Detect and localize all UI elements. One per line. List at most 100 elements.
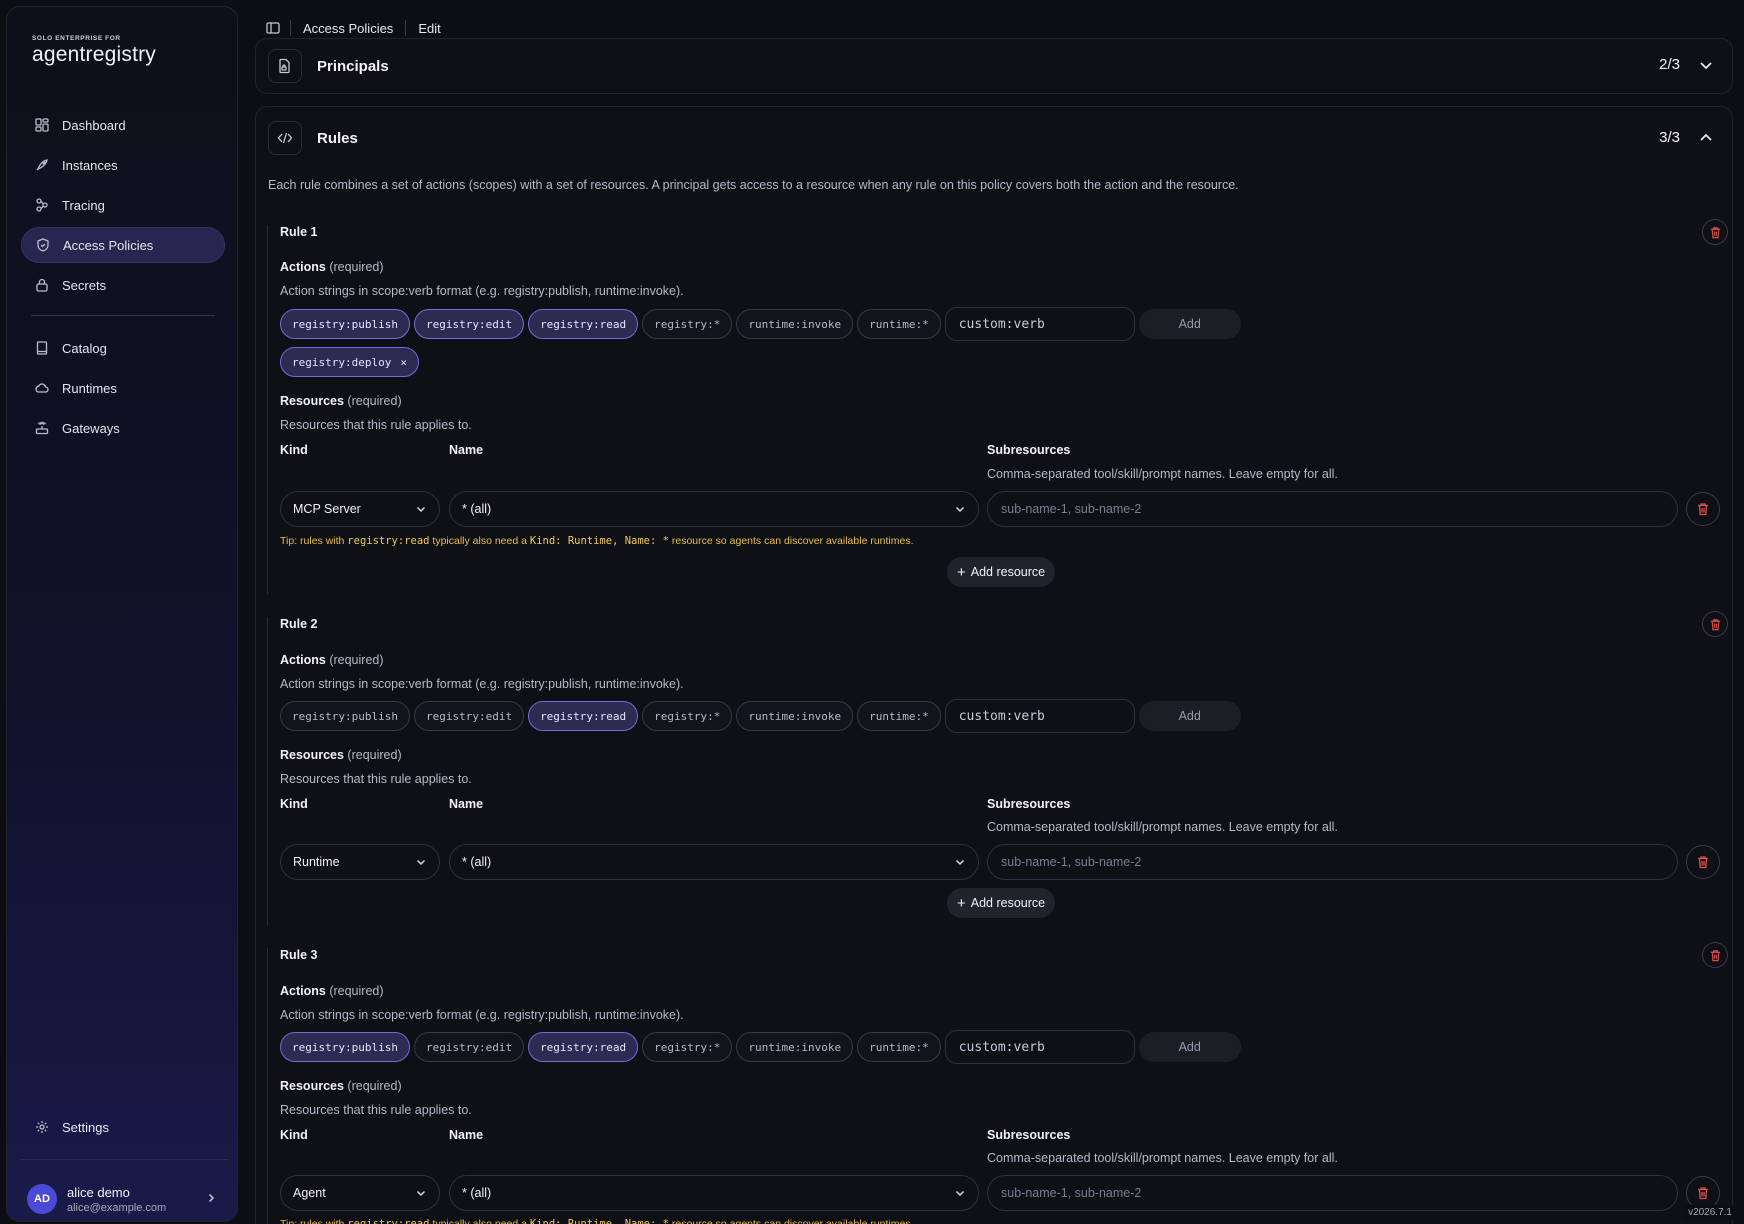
rule-title: Rule 2 xyxy=(280,617,318,631)
trash-icon xyxy=(1698,856,1708,869)
subresources-hint: Comma-separated tool/skill/prompt names.… xyxy=(987,820,1338,834)
add-action-button[interactable]: Add xyxy=(1138,701,1241,731)
action-chip[interactable]: registry:* xyxy=(642,309,733,339)
name-select-value: * (all) xyxy=(462,502,492,516)
rule-divider xyxy=(267,225,268,595)
sidebar-item-label: Access Policies xyxy=(63,237,154,253)
kind-select[interactable]: Runtime xyxy=(280,844,440,880)
name-select[interactable]: * (all) xyxy=(449,491,979,527)
add-resource-button[interactable]: + Add resource xyxy=(947,888,1056,918)
sidebar: SOLO ENTERPRISE FOR agentregistry Dashbo… xyxy=(6,6,238,1222)
custom-action-input[interactable]: custom:verb xyxy=(944,1030,1135,1064)
action-chip[interactable]: registry:edit xyxy=(413,1032,525,1062)
subresources-hint: Comma-separated tool/skill/prompt names.… xyxy=(987,1151,1338,1165)
name-column-label: Name xyxy=(449,1128,484,1142)
sidebar-item-gateways[interactable]: Gateways xyxy=(21,410,225,446)
chevron-up-icon[interactable] xyxy=(1698,130,1714,146)
remove-chip-icon[interactable]: × xyxy=(400,356,407,369)
sidebar-item-catalog[interactable]: Catalog xyxy=(21,330,225,366)
principals-title: Principals xyxy=(317,57,389,75)
sidebar-item-secrets[interactable]: Secrets xyxy=(21,267,225,303)
rule-card: Rule 3 Actions (required) Action strings… xyxy=(267,942,1728,1224)
grid-icon xyxy=(35,118,49,132)
delete-resource-button[interactable] xyxy=(1686,845,1720,879)
runtime-tip: Tip: rules with registry:read typically … xyxy=(280,1218,914,1224)
trash-icon xyxy=(1710,949,1720,961)
trash-icon xyxy=(1698,1187,1708,1200)
resources-hint: Resources that this rule applies to. xyxy=(280,418,472,432)
custom-action-chip[interactable]: registry:deploy × xyxy=(280,347,419,377)
kind-select[interactable]: MCP Server xyxy=(280,491,440,527)
action-chips: registry:publish registry:edit registry:… xyxy=(280,699,1241,733)
action-chip[interactable]: registry:read xyxy=(528,701,639,731)
brand-logo[interactable]: SOLO ENTERPRISE FOR agentregistry xyxy=(32,35,156,67)
principals-section[interactable]: Principals 2/3 xyxy=(255,38,1733,94)
plus-icon: + xyxy=(957,563,966,581)
action-chip[interactable]: registry:read xyxy=(528,309,639,339)
chevron-down-icon xyxy=(415,503,427,515)
action-chip[interactable]: registry:edit xyxy=(413,701,525,731)
brand-name: agentregistry xyxy=(32,43,156,66)
subresources-input[interactable]: sub-name-1, sub-name-2 xyxy=(987,491,1678,527)
sidebar-item-label: Catalog xyxy=(62,340,107,356)
sidebar-toggle-icon[interactable] xyxy=(266,21,280,35)
user-menu[interactable]: AD alice demo alice@example.com xyxy=(27,1179,217,1219)
sidebar-item-runtimes[interactable]: Runtimes xyxy=(21,370,225,406)
action-chip[interactable]: runtime:invoke xyxy=(736,309,854,339)
sidebar-item-access-policies[interactable]: Access Policies xyxy=(21,227,225,263)
name-select[interactable]: * (all) xyxy=(449,1175,979,1211)
custom-action-chips: registry:deploy × xyxy=(280,347,423,377)
kind-select[interactable]: Agent xyxy=(280,1175,440,1211)
add-action-button[interactable]: Add xyxy=(1138,309,1241,339)
book-icon xyxy=(35,341,49,355)
chevron-down-icon xyxy=(954,856,966,868)
name-select-value: * (all) xyxy=(462,855,492,869)
add-action-button[interactable]: Add xyxy=(1138,1032,1241,1062)
sidebar-item-tracing[interactable]: Tracing xyxy=(21,187,225,223)
sidebar-item-instances[interactable]: Instances xyxy=(21,147,225,183)
delete-rule-button[interactable] xyxy=(1702,942,1728,968)
custom-action-input[interactable]: custom:verb xyxy=(944,307,1135,341)
action-chip[interactable]: registry:publish xyxy=(280,701,410,731)
sidebar-item-label: Dashboard xyxy=(62,117,126,133)
custom-action-chip-label: registry:deploy xyxy=(292,355,392,369)
action-chip[interactable]: registry:read xyxy=(528,1032,639,1062)
delete-resource-button[interactable] xyxy=(1686,492,1720,526)
chevron-down-icon[interactable] xyxy=(1698,57,1714,73)
actions-label: Actions (required) xyxy=(280,260,384,274)
custom-action-input[interactable]: custom:verb xyxy=(944,699,1135,733)
main-nav: Dashboard Instances Tracing Access Polic… xyxy=(21,107,225,450)
action-chip[interactable]: registry:* xyxy=(642,701,733,731)
name-column-label: Name xyxy=(449,443,484,457)
file-lock-icon xyxy=(268,49,302,83)
rule-title: Rule 1 xyxy=(280,225,318,239)
breadcrumb-action: Edit xyxy=(418,20,441,36)
delete-rule-button[interactable] xyxy=(1702,219,1728,245)
action-chip[interactable]: registry:* xyxy=(642,1032,733,1062)
subresources-input[interactable]: sub-name-1, sub-name-2 xyxy=(987,1175,1678,1211)
action-chip[interactable]: runtime:invoke xyxy=(736,1032,854,1062)
action-chip[interactable]: registry:publish xyxy=(280,309,410,339)
sidebar-item-dashboard[interactable]: Dashboard xyxy=(21,107,225,143)
action-chip[interactable]: runtime:* xyxy=(857,1032,941,1062)
action-chip[interactable]: runtime:invoke xyxy=(736,701,854,731)
rule-card: Rule 1 Actions (required) Action strings… xyxy=(267,219,1728,595)
sidebar-item-label: Gateways xyxy=(62,420,120,436)
subresources-input[interactable]: sub-name-1, sub-name-2 xyxy=(987,844,1678,880)
plus-icon: + xyxy=(957,894,966,912)
breadcrumb-page[interactable]: Access Policies xyxy=(303,21,393,36)
action-chip[interactable]: runtime:* xyxy=(857,309,941,339)
add-resource-button[interactable]: + Add resource xyxy=(947,557,1056,587)
action-chip[interactable]: runtime:* xyxy=(857,701,941,731)
sidebar-item-label: Tracing xyxy=(62,197,105,213)
principals-count: 2/3 xyxy=(1659,56,1680,73)
gear-icon xyxy=(35,1120,49,1134)
action-chip[interactable]: registry:edit xyxy=(413,309,525,339)
action-chip[interactable]: registry:publish xyxy=(280,1032,410,1062)
name-select[interactable]: * (all) xyxy=(449,844,979,880)
kind-select-value: Runtime xyxy=(293,855,340,869)
subresources-hint: Comma-separated tool/skill/prompt names.… xyxy=(987,467,1338,481)
delete-rule-button[interactable] xyxy=(1702,611,1728,637)
rule-divider xyxy=(267,948,268,1224)
sidebar-item-settings[interactable]: Settings xyxy=(21,1109,225,1145)
